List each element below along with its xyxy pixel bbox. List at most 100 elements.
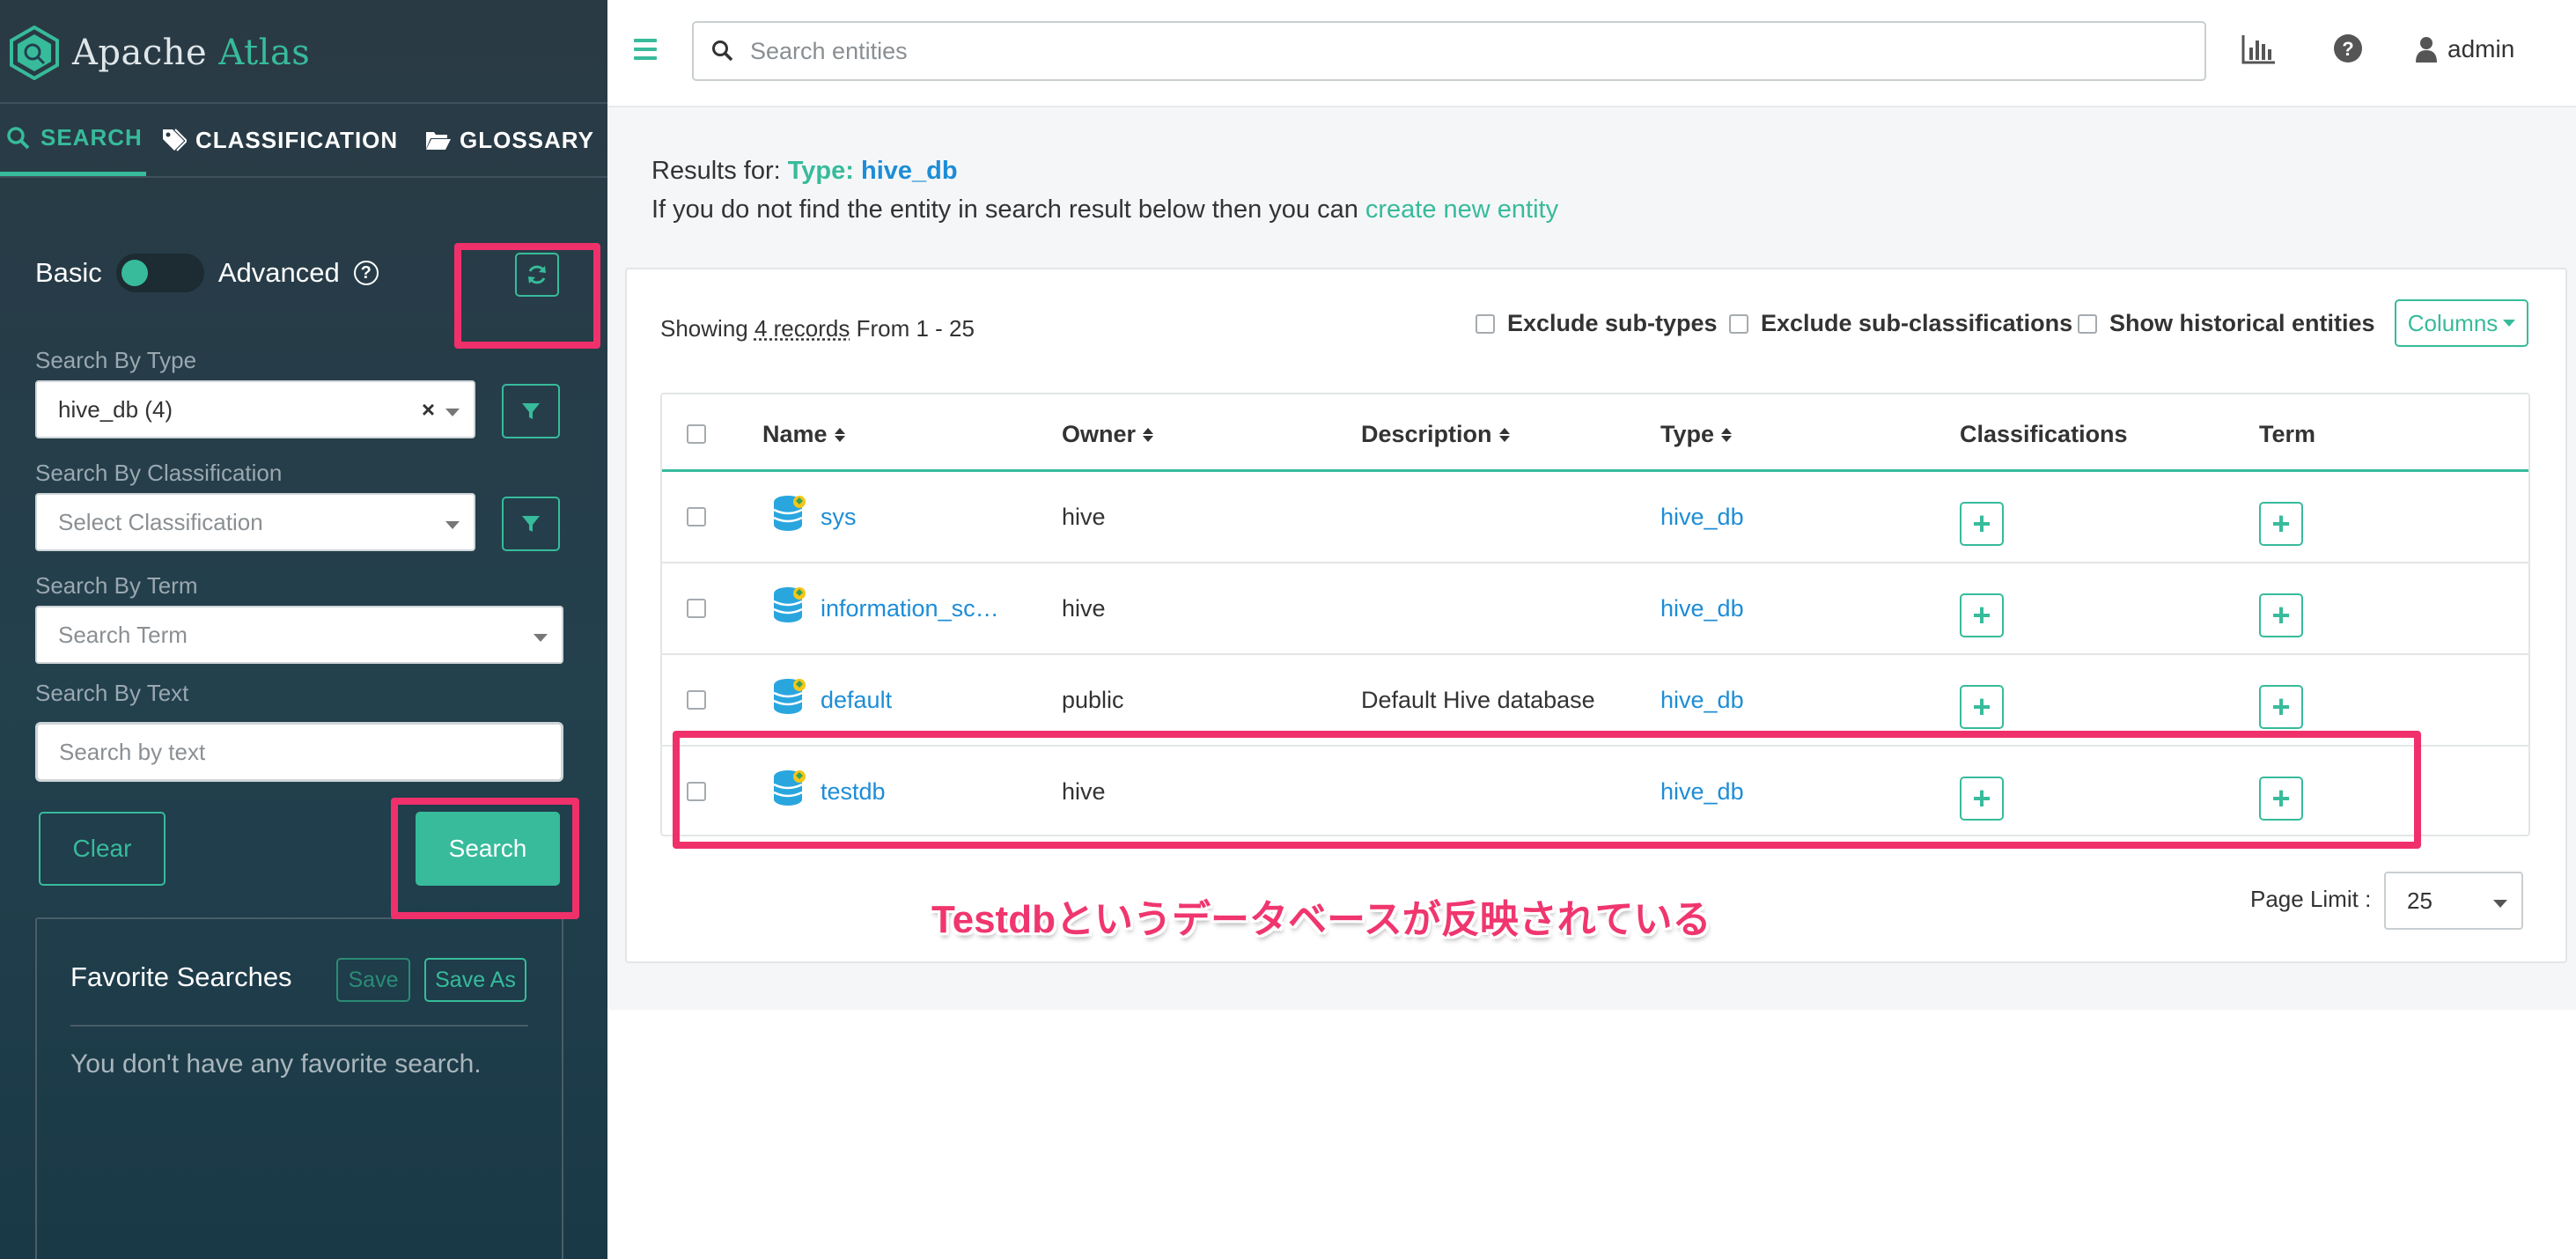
column-header-term: Term — [2259, 421, 2316, 447]
clear-button[interactable]: Clear — [39, 812, 166, 886]
tag-icon — [163, 129, 187, 151]
exclude-sub-classifications-option[interactable]: Exclude sub-classifications — [1729, 310, 2072, 337]
show-historical-entities-option[interactable]: Show historical entities — [2078, 310, 2375, 337]
classification-filter-button[interactable] — [502, 497, 560, 551]
highlight-box — [673, 731, 2421, 849]
column-header-type[interactable]: Type — [1660, 421, 1733, 448]
chevron-down-icon — [2503, 320, 2516, 327]
not-found-hint: If you do not find the entity in search … — [651, 195, 1558, 225]
entity-name-link[interactable]: sys — [821, 504, 857, 531]
brand[interactable]: Apache Atlas — [9, 25, 310, 81]
search-icon — [7, 126, 30, 149]
basic-label: Basic — [35, 257, 102, 288]
term-select-placeholder: Search Term — [58, 621, 188, 648]
entity-description: Default Hive database — [1361, 687, 1595, 713]
add-term-button[interactable]: + — [2259, 502, 2303, 546]
entity-type-link[interactable]: hive_db — [1660, 595, 1744, 622]
add-term-button[interactable]: + — [2259, 593, 2303, 637]
row-checkbox[interactable] — [687, 690, 706, 710]
column-header-owner[interactable]: Owner — [1062, 421, 1154, 448]
clear-type-icon[interactable]: × — [422, 396, 435, 423]
entity-owner: public — [1062, 687, 1124, 713]
results-type: Type: hive_db — [787, 157, 958, 185]
columns-button[interactable]: Columns — [2395, 299, 2528, 347]
exclude-sub-types-checkbox[interactable] — [1476, 313, 1495, 334]
folder-open-icon — [426, 132, 451, 150]
type-select[interactable]: hive_db (4) × — [35, 380, 475, 438]
highlight-box — [454, 243, 600, 349]
page-limit-select[interactable]: 25 — [2384, 872, 2523, 930]
brand-name: Apache Atlas — [72, 33, 311, 73]
entity-owner: hive — [1062, 504, 1106, 530]
tab-glossary-label: GLOSSARY — [460, 126, 594, 153]
sort-icon — [1498, 427, 1510, 442]
tab-search-label: SEARCH — [40, 124, 143, 151]
search-by-type-label: Search By Type — [35, 347, 197, 373]
svg-text:?: ? — [2342, 38, 2353, 60]
create-new-entity-link[interactable]: create new entity — [1365, 195, 1558, 224]
divider — [0, 176, 607, 178]
database-icon — [773, 587, 806, 622]
records-count[interactable]: 4 records — [754, 315, 850, 342]
add-classification-button[interactable]: + — [1960, 502, 2004, 546]
search-mode-toggle-row: Basic Advanced ? — [35, 254, 379, 292]
atlas-logo-icon — [10, 26, 59, 80]
favorites-empty-text: You don't have any favorite search. — [70, 1049, 482, 1079]
tab-classification[interactable]: CLASSIFICATION — [146, 104, 407, 176]
tab-search[interactable]: SEARCH — [0, 104, 146, 176]
tab-classification-label: CLASSIFICATION — [195, 126, 399, 153]
add-classification-button[interactable]: + — [1960, 593, 2004, 637]
records-summary: Showing 4 records From 1 - 25 — [660, 315, 975, 342]
database-icon — [773, 679, 806, 714]
basic-advanced-toggle[interactable] — [115, 254, 204, 292]
add-term-button[interactable]: + — [2259, 685, 2303, 729]
highlight-box — [391, 798, 579, 919]
exclude-sub-classifications-checkbox[interactable] — [1729, 313, 1748, 334]
search-by-text-label: Search By Text — [35, 680, 189, 706]
type-filter-button[interactable] — [502, 384, 560, 438]
save-as-favorite-button[interactable]: Save As — [424, 958, 526, 1002]
chevron-down-icon — [445, 409, 460, 416]
search-text-input[interactable] — [35, 722, 563, 782]
search-icon — [712, 40, 733, 62]
column-header-name[interactable]: Name — [762, 421, 845, 448]
row-checkbox[interactable] — [687, 599, 706, 618]
top-bar: ? admin — [607, 0, 2576, 107]
show-historical-entities-checkbox[interactable] — [2078, 313, 2097, 334]
entity-name-link[interactable]: information_sc… — [821, 595, 999, 622]
add-classification-button[interactable]: + — [1960, 685, 2004, 729]
classification-select-placeholder: Select Classification — [58, 508, 263, 535]
entity-name-link[interactable]: default — [821, 687, 892, 714]
tab-glossary[interactable]: GLOSSARY — [407, 104, 607, 176]
menu-icon[interactable] — [634, 39, 657, 65]
term-select[interactable]: Search Term — [35, 606, 563, 664]
statistics-icon[interactable] — [2241, 33, 2277, 65]
table-row: information_sc… hive hive_db + + — [662, 563, 2528, 655]
user-menu[interactable]: admin — [2416, 35, 2514, 63]
database-icon — [773, 496, 806, 531]
column-header-description[interactable]: Description — [1361, 421, 1510, 448]
sort-icon — [1721, 427, 1733, 442]
type-select-value: hive_db (4) — [58, 395, 173, 423]
sort-icon — [834, 427, 845, 442]
help-icon[interactable]: ? — [353, 261, 379, 285]
table-row: sys hive hive_db + + — [662, 472, 2528, 563]
favorite-searches-panel: Favorite Searches Save Save As You don't… — [35, 917, 563, 1259]
entity-type-link[interactable]: hive_db — [1660, 504, 1744, 531]
exclude-sub-types-option[interactable]: Exclude sub-types — [1476, 310, 1718, 337]
column-header-classifications: Classifications — [1960, 421, 2128, 447]
user-name: admin — [2447, 35, 2515, 63]
save-favorite-button[interactable]: Save — [336, 958, 410, 1002]
help-icon[interactable]: ? — [2333, 33, 2363, 63]
entity-type-link[interactable]: hive_db — [1660, 687, 1744, 714]
global-search-input[interactable] — [750, 37, 2159, 65]
select-all-checkbox[interactable] — [687, 424, 706, 444]
favorite-searches-title: Favorite Searches — [70, 961, 292, 992]
row-checkbox[interactable] — [687, 507, 706, 526]
chevron-down-icon — [534, 634, 548, 642]
sort-icon — [1143, 427, 1154, 442]
sidebar-tabs: SEARCH CLASSIFICATION GLOSSARY — [0, 104, 607, 176]
classification-select[interactable]: Select Classification — [35, 493, 475, 551]
annotation-caption: Testdbというデータベースが反映されている — [931, 898, 1711, 941]
global-search-box — [692, 21, 2206, 81]
